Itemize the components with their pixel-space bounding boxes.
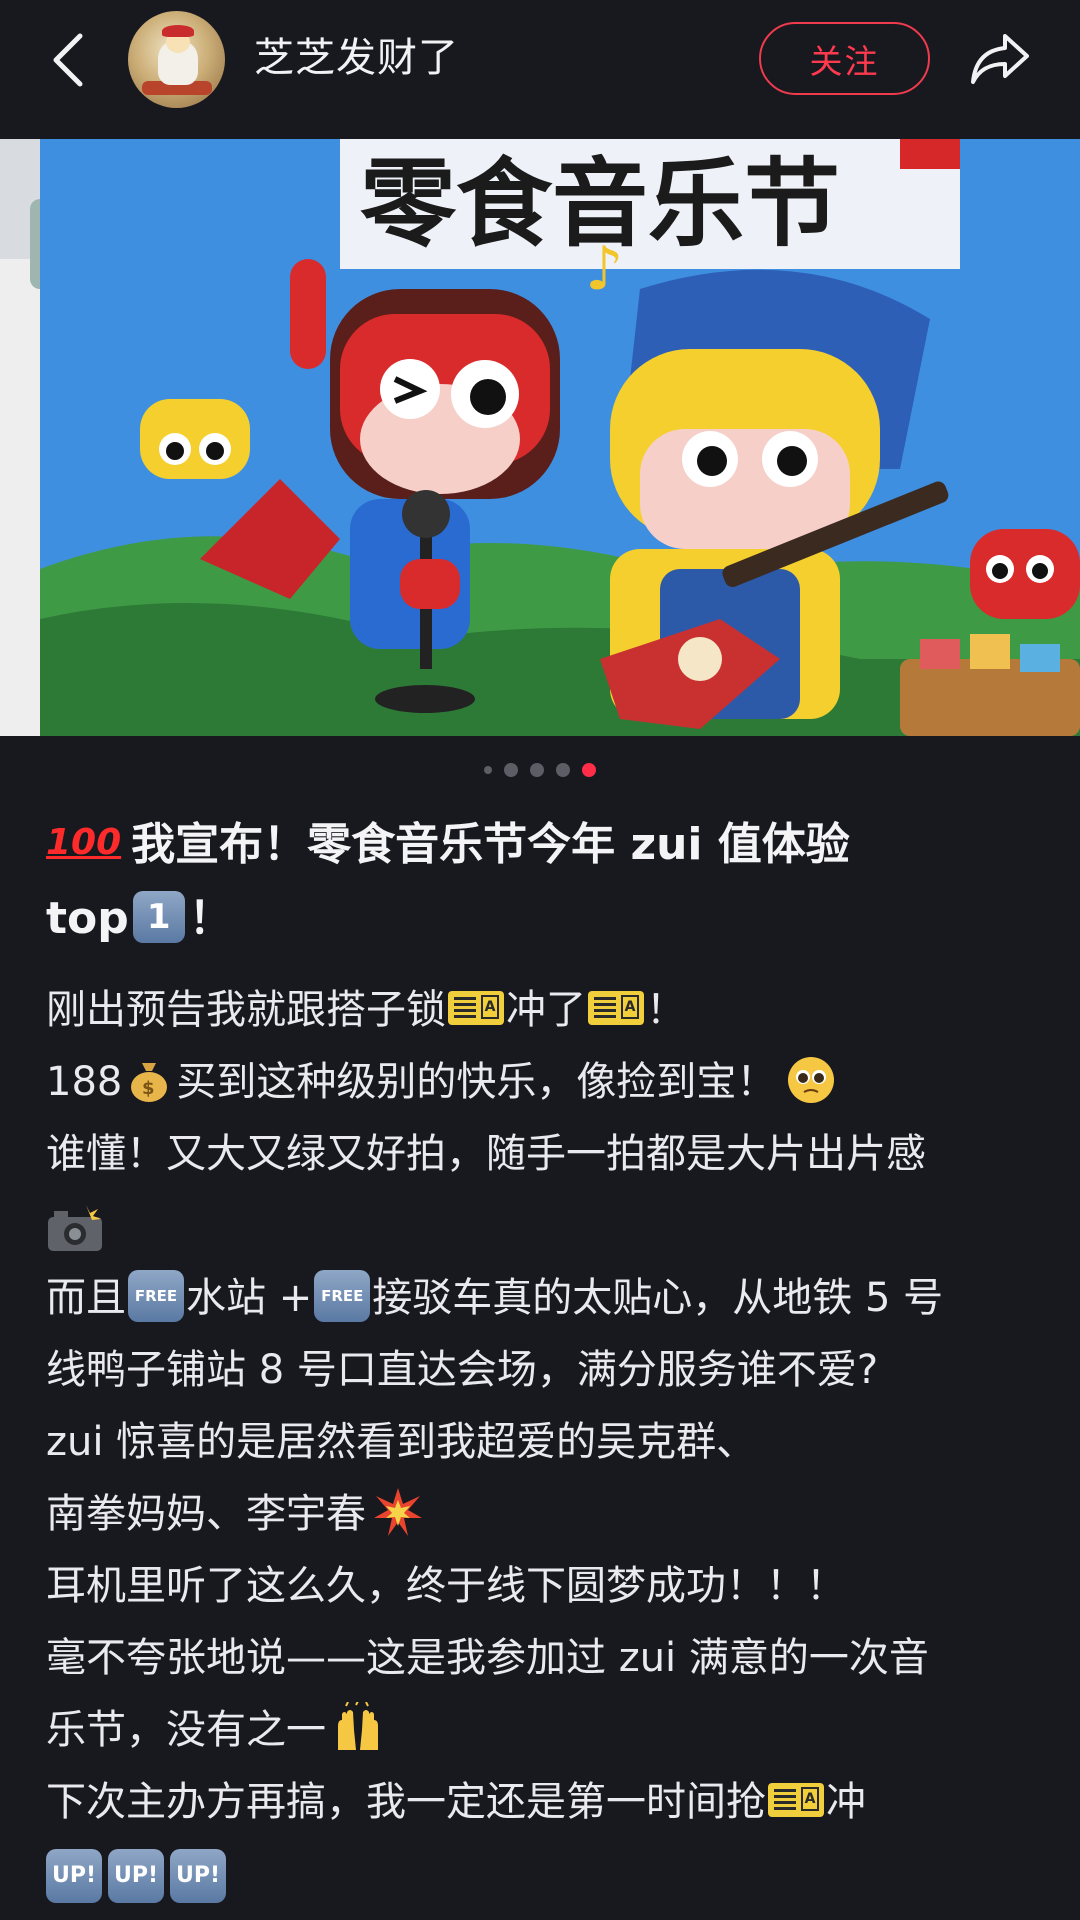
body-text: 乐节，没有之一 xyxy=(46,1707,326,1753)
carousel-dot[interactable] xyxy=(504,763,518,777)
carousel-dot[interactable] xyxy=(484,766,492,774)
body-text: 下次主办方再搞，我一定还是第一时间抢 xyxy=(46,1779,766,1825)
carousel-dot[interactable] xyxy=(530,763,544,777)
raising-hands-icon xyxy=(338,1702,378,1750)
body-text: ！ xyxy=(646,987,686,1033)
title-exclaim: ！ xyxy=(188,893,233,944)
post-title: 100 我宣布！零食音乐节今年 zui 值体验 top 1！ xyxy=(46,808,1036,956)
avatar[interactable] xyxy=(128,11,225,108)
body-text: 水站 + xyxy=(186,1275,313,1321)
follow-button[interactable]: 关注 xyxy=(759,22,930,95)
up-icon: UP! xyxy=(46,1849,102,1903)
up-icon: UP! xyxy=(170,1849,226,1903)
carousel-indicator xyxy=(0,760,1080,780)
svg-text:$: $ xyxy=(142,1078,155,1099)
body-text: 毫不夸张地说——这是我参加过 zui 满意的一次音 xyxy=(46,1635,929,1681)
body-text: 线鸭子铺站 8 号口直达会场，满分服务谁不爱? xyxy=(46,1347,879,1393)
camera-flash-icon xyxy=(48,1205,102,1251)
post-image: 零食音乐节 ♪ ♫ xyxy=(0,139,1080,736)
body-text: 买到这种级别的快乐，像捡到宝！ xyxy=(176,1059,777,1105)
ticket-icon xyxy=(768,1783,824,1817)
ticket-icon xyxy=(588,991,644,1025)
music-note-icon: ♪ xyxy=(585,234,623,304)
username[interactable]: 芝芝发财了 xyxy=(254,30,459,86)
carousel-dot[interactable] xyxy=(556,763,570,777)
free-icon: FREE xyxy=(314,1270,371,1322)
pleading-face-icon xyxy=(788,1057,835,1103)
red-mascot-small xyxy=(970,529,1080,619)
chevron-left-icon xyxy=(53,33,83,87)
body-text: 188 xyxy=(46,1059,123,1105)
money-bag-icon: $ xyxy=(131,1063,168,1102)
body-text: 而且 xyxy=(46,1275,126,1321)
body-text: 冲了 xyxy=(506,987,586,1033)
ticket-icon xyxy=(448,991,504,1025)
title-top-text: top xyxy=(46,893,129,944)
up-icon: UP! xyxy=(108,1849,164,1903)
share-arrow-icon xyxy=(971,34,1029,84)
back-button[interactable] xyxy=(40,28,96,92)
body-text: 谁懂！又大又绿又好拍，随手一拍都是大片出片感 xyxy=(46,1131,926,1177)
body-text: zui 惊喜的是居然看到我超爱的吴克群、 xyxy=(46,1419,757,1465)
keycap-one-icon: 1 xyxy=(132,891,185,943)
post-image-carousel[interactable]: 零食音乐节 ♪ ♫ xyxy=(0,139,1080,736)
top-bar: 芝芝发财了 关注 xyxy=(0,0,1080,139)
body-text: 耳机里听了这么久，终于线下圆梦成功！！！ xyxy=(46,1563,846,1609)
body-text: 刚出预告我就跟搭子锁 xyxy=(46,987,446,1033)
post-body: 刚出预告我就跟搭子锁 冲了 ！ 188 $ 买到这种级别的快乐，像捡到宝！ 谁懂！又大又… xyxy=(46,974,1046,1910)
body-text: 冲 xyxy=(826,1779,866,1825)
collision-icon xyxy=(374,1488,422,1536)
share-button[interactable] xyxy=(968,28,1032,88)
free-icon: FREE xyxy=(128,1270,184,1322)
yellow-mascot-small xyxy=(140,399,250,479)
title-line-1: 我宣布！零食音乐节今年 zui 值体验 xyxy=(131,819,850,870)
body-text: 接驳车真的太贴心，从地铁 5 号 xyxy=(372,1275,944,1321)
hundred-points-icon: 100 xyxy=(46,822,122,863)
carousel-dot-active[interactable] xyxy=(582,763,596,777)
body-text: 南拳妈妈、李宇春 xyxy=(46,1491,366,1537)
